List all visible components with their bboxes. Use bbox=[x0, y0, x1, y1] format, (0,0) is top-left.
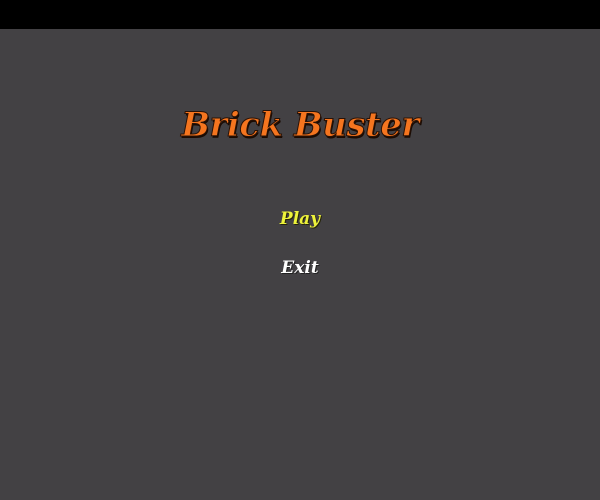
menu-item-play[interactable]: Play bbox=[0, 209, 600, 229]
game-title: Brick Buster bbox=[181, 105, 420, 146]
top-bar bbox=[0, 0, 600, 29]
menu-item-exit[interactable]: Exit bbox=[0, 258, 600, 278]
game-screen: Brick Buster Play Exit bbox=[0, 29, 600, 500]
